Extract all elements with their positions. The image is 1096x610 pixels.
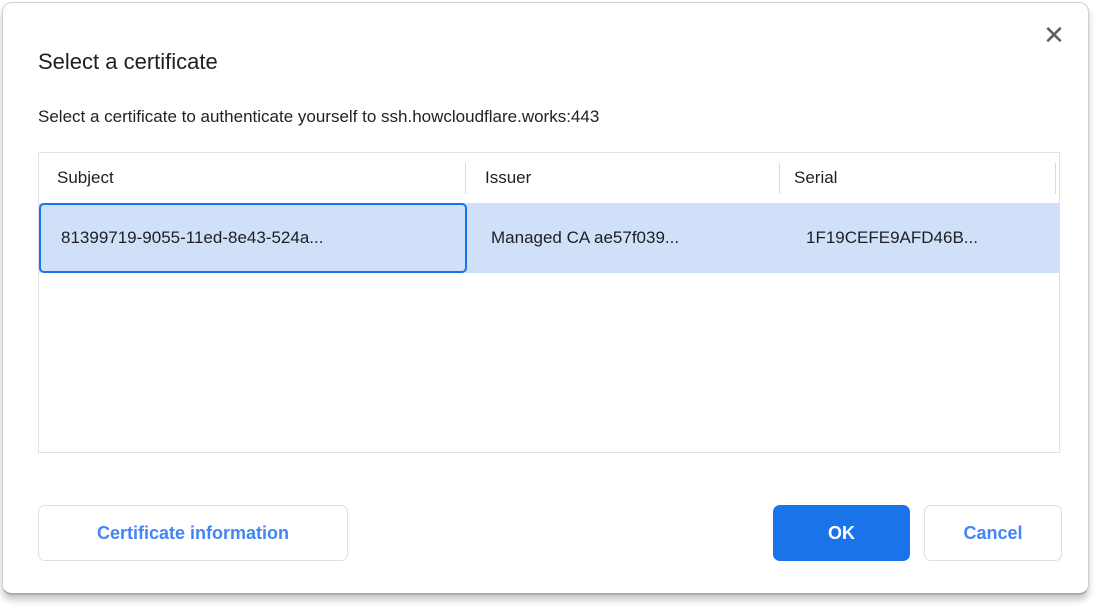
table-header-row: Subject Issuer Serial: [39, 153, 1059, 203]
column-divider: [465, 163, 466, 194]
ok-button[interactable]: OK: [773, 505, 910, 561]
column-header-issuer: Issuer: [485, 153, 531, 203]
select-certificate-dialog: ✕ Select a certificate Select a certific…: [2, 2, 1089, 595]
column-header-subject: Subject: [57, 153, 114, 203]
cell-subject[interactable]: 81399719-9055-11ed-8e43-524a...: [39, 203, 467, 273]
certificate-information-button[interactable]: Certificate information: [38, 505, 348, 561]
cell-serial[interactable]: 1F19CEFE9AFD46B...: [806, 203, 978, 273]
certificate-picker-screen: ✕ Select a certificate Select a certific…: [0, 0, 1096, 610]
dialog-subtitle: Select a certificate to authenticate you…: [38, 105, 599, 129]
cell-issuer[interactable]: Managed CA ae57f039...: [491, 203, 679, 273]
column-divider: [779, 163, 780, 194]
certificate-table: Subject Issuer Serial 81399719-9055-11ed…: [38, 152, 1060, 453]
column-header-serial: Serial: [794, 153, 837, 203]
dialog-title: Select a certificate: [38, 47, 218, 77]
certificate-table-row-selected[interactable]: 81399719-9055-11ed-8e43-524a... Managed …: [39, 203, 1059, 273]
column-divider: [1055, 163, 1056, 194]
cancel-button[interactable]: Cancel: [924, 505, 1062, 561]
close-icon[interactable]: ✕: [1036, 17, 1072, 53]
